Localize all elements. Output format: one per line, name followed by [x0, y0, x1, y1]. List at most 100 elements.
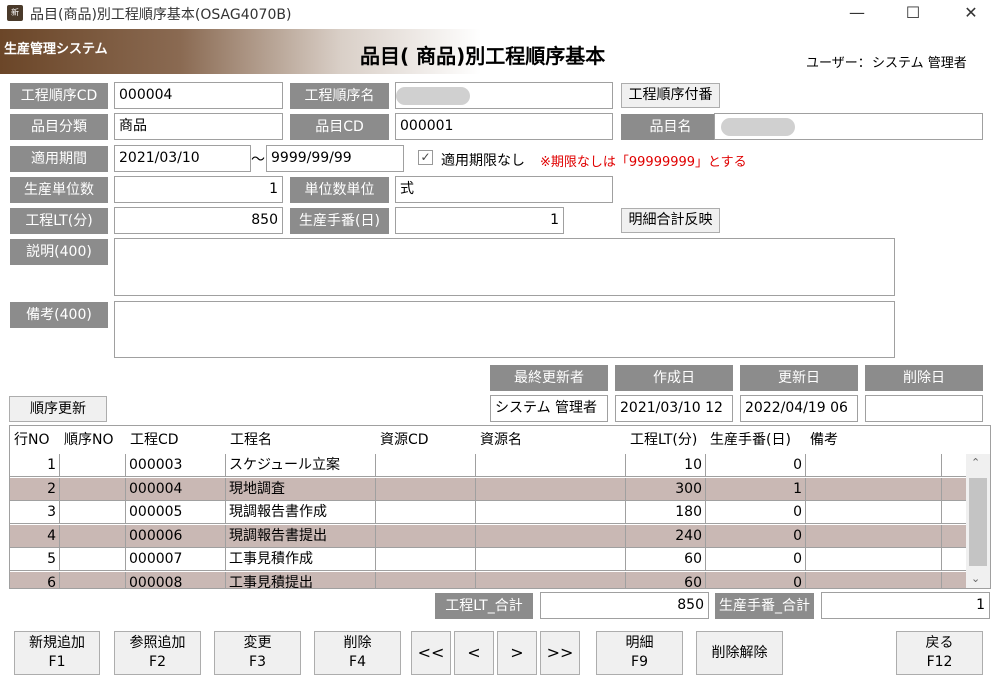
new-button[interactable]: 新規追加 F1 [14, 631, 100, 675]
cell-resource-name[interactable] [476, 524, 626, 548]
cell-resource-cd[interactable] [376, 548, 476, 571]
cell-resource-name[interactable] [476, 454, 626, 477]
item-cd-input[interactable]: 000001 [395, 113, 613, 140]
col-process-cd[interactable]: 工程CD [126, 426, 226, 454]
process-order-name-input[interactable] [395, 82, 613, 109]
cell-process-name[interactable]: スケジュール立案 [226, 454, 376, 477]
cell-process-cd[interactable]: 000004 [126, 477, 226, 501]
table-row[interactable]: 5 000007 工事見積作成 60 0 [10, 548, 966, 571]
cell-process-cd[interactable]: 000003 [126, 454, 226, 477]
next-page-button[interactable]: > [497, 631, 537, 675]
cell-production-steps[interactable]: 0 [706, 524, 806, 548]
grid-scroll-thumb[interactable] [969, 478, 987, 566]
cell-process-name[interactable]: 現地調査 [226, 477, 376, 501]
change-button[interactable]: 変更 F3 [214, 631, 301, 675]
close-icon[interactable]: ✕ [948, 0, 994, 28]
cell-process-cd[interactable]: 000008 [126, 571, 226, 588]
col-resource-cd[interactable]: 資源CD [376, 426, 476, 454]
cell-process-lt[interactable]: 180 [626, 501, 706, 524]
cell-order-no[interactable] [60, 477, 126, 501]
cell-production-steps[interactable]: 0 [706, 454, 806, 477]
process-order-number-button[interactable]: 工程順序付番 [621, 83, 720, 108]
period-from-input[interactable]: 2021/03/10 [114, 145, 251, 172]
table-row[interactable]: 1 000003 スケジュール立案 10 0 [10, 454, 966, 477]
cell-resource-name[interactable] [476, 501, 626, 524]
item-category-input[interactable]: 商品 [114, 113, 283, 140]
undelete-button[interactable]: 削除解除 [696, 631, 783, 675]
cell-note[interactable] [806, 477, 942, 501]
cell-process-lt[interactable]: 300 [626, 477, 706, 501]
cell-order-no[interactable] [60, 571, 126, 588]
production-steps-input[interactable]: 1 [395, 207, 564, 234]
cell-resource-cd[interactable] [376, 477, 476, 501]
prev-page-button[interactable]: < [454, 631, 494, 675]
last-page-button[interactable]: >> [540, 631, 580, 675]
cell-order-no[interactable] [60, 524, 126, 548]
no-limit-checkbox[interactable]: ✓ [418, 150, 433, 165]
cell-note[interactable] [806, 548, 942, 571]
cell-production-steps[interactable]: 0 [706, 501, 806, 524]
remarks-textarea[interactable] [114, 301, 895, 358]
cell-process-name[interactable]: 現調報告書提出 [226, 524, 376, 548]
process-order-cd-input[interactable]: 000004 [114, 82, 283, 109]
period-to-input[interactable]: 9999/99/99 [266, 145, 404, 172]
cell-row-no[interactable]: 2 [10, 477, 60, 501]
col-row-no[interactable]: 行NO [10, 426, 60, 454]
col-process-name[interactable]: 工程名 [226, 426, 376, 454]
cell-process-cd[interactable]: 000007 [126, 548, 226, 571]
scroll-up-icon[interactable]: ⌃ [971, 456, 980, 469]
cell-row-no[interactable]: 5 [10, 548, 60, 571]
col-process-lt[interactable]: 工程LT(分) [626, 426, 706, 454]
cell-production-steps[interactable]: 1 [706, 477, 806, 501]
cell-note[interactable] [806, 524, 942, 548]
maximize-icon[interactable]: ☐ [890, 0, 936, 28]
cell-process-name[interactable]: 工事見積提出 [226, 571, 376, 588]
back-button[interactable]: 戻る F12 [896, 631, 983, 675]
table-row[interactable]: 6 000008 工事見積提出 60 0 [10, 571, 966, 588]
cell-process-lt[interactable]: 240 [626, 524, 706, 548]
cell-resource-name[interactable] [476, 571, 626, 588]
cell-resource-cd[interactable] [376, 571, 476, 588]
detail-sum-button[interactable]: 明細合計反映 [621, 208, 720, 233]
scroll-down-icon[interactable]: ⌄ [971, 572, 980, 585]
cell-note[interactable] [806, 571, 942, 588]
cell-resource-cd[interactable] [376, 524, 476, 548]
cell-note[interactable] [806, 501, 942, 524]
unit-input[interactable]: 式 [395, 176, 613, 203]
col-production-steps[interactable]: 生産手番(日) [706, 426, 806, 454]
col-resource-name[interactable]: 資源名 [476, 426, 626, 454]
detail-button[interactable]: 明細 F9 [596, 631, 683, 675]
cell-process-lt[interactable]: 60 [626, 548, 706, 571]
col-order-no[interactable]: 順序NO [60, 426, 126, 454]
table-row[interactable]: 2 000004 現地調査 300 1 [10, 477, 966, 501]
cell-row-no[interactable]: 4 [10, 524, 60, 548]
cell-production-steps[interactable]: 0 [706, 548, 806, 571]
cell-resource-name[interactable] [476, 477, 626, 501]
ref-add-button[interactable]: 参照追加 F2 [114, 631, 201, 675]
cell-process-cd[interactable]: 000005 [126, 501, 226, 524]
cell-order-no[interactable] [60, 501, 126, 524]
cell-resource-cd[interactable] [376, 501, 476, 524]
table-row[interactable]: 4 000006 現調報告書提出 240 0 [10, 524, 966, 548]
first-page-button[interactable]: << [411, 631, 451, 675]
cell-process-name[interactable]: 現調報告書作成 [226, 501, 376, 524]
description-textarea[interactable] [114, 238, 895, 296]
cell-row-no[interactable]: 3 [10, 501, 60, 524]
delete-button[interactable]: 削除 F4 [314, 631, 401, 675]
table-row[interactable]: 3 000005 現調報告書作成 180 0 [10, 501, 966, 524]
cell-row-no[interactable]: 6 [10, 571, 60, 588]
order-update-button[interactable]: 順序更新 [9, 396, 107, 422]
production-unit-qty-input[interactable]: 1 [114, 176, 283, 203]
cell-note[interactable] [806, 454, 942, 477]
cell-resource-name[interactable] [476, 548, 626, 571]
minimize-icon[interactable]: — [834, 0, 880, 28]
cell-order-no[interactable] [60, 548, 126, 571]
grid-scrollbar[interactable]: ⌃ ⌄ [966, 454, 990, 588]
process-lt-input[interactable]: 850 [114, 207, 283, 234]
cell-process-name[interactable]: 工事見積作成 [226, 548, 376, 571]
item-name-input[interactable] [714, 113, 983, 140]
cell-process-lt[interactable]: 10 [626, 454, 706, 477]
col-note[interactable]: 備考 [806, 426, 942, 454]
cell-row-no[interactable]: 1 [10, 454, 60, 477]
cell-production-steps[interactable]: 0 [706, 571, 806, 588]
